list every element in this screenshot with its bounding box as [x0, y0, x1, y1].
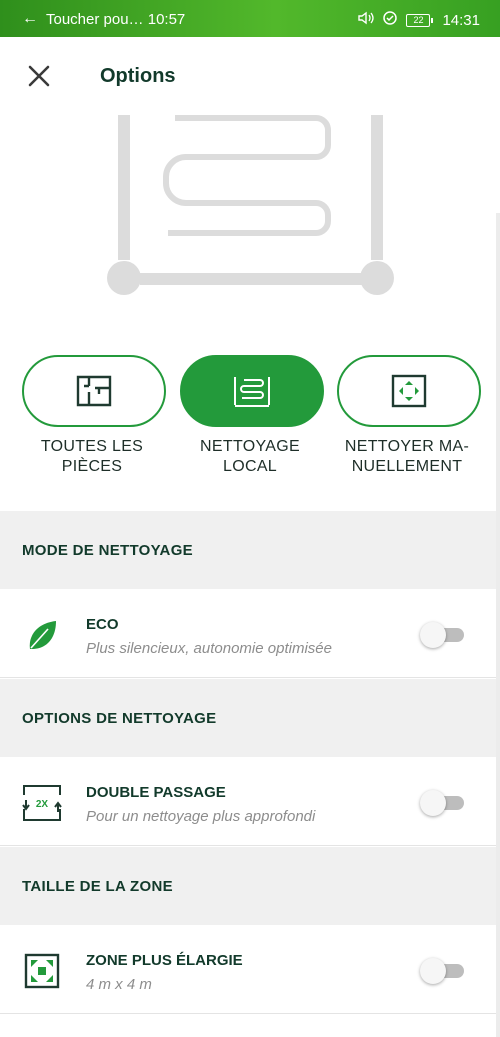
close-button[interactable]: [22, 59, 56, 93]
section-zone-size-header: TAILLE DE LA ZONE: [0, 847, 500, 925]
robot-path-illustration: [107, 115, 394, 295]
eco-title: ECO: [86, 616, 119, 633]
double-pass-icon: 2X: [22, 785, 62, 821]
mode-all-rooms-button[interactable]: [22, 355, 166, 427]
double-pass-toggle[interactable]: [420, 790, 464, 816]
double-pass-subtitle: Pour un nettoyage plus approfondi: [86, 808, 316, 825]
page-title: Options: [100, 65, 176, 87]
section-title: OPTIONS DE NETTOYAGE: [22, 710, 217, 727]
larger-zone-setting-row[interactable]: ZONE PLUS ÉLARGIE 4 m x 4 m: [0, 925, 500, 1014]
section-title: MODE DE NETTOYAGE: [22, 542, 193, 559]
app-bar: Options: [0, 37, 500, 117]
spot-cleaning-icon: [234, 377, 270, 407]
eco-subtitle: Plus silencieux, autonomie optimisée: [86, 640, 332, 657]
eco-setting-row[interactable]: ECO Plus silencieux, autonomie optimisée: [0, 589, 500, 678]
mode-local-cleaning-label: NETTOYAGE LOCAL: [200, 438, 300, 475]
mode-manual-cleaning-label: NETTOYER MA- NUELLEMENT: [344, 438, 470, 475]
larger-zone-title: ZONE PLUS ÉLARGIE: [86, 952, 243, 969]
battery-icon: 22: [406, 13, 434, 27]
status-bar: ← Toucher pou… 10:57 22 14:31: [0, 0, 500, 37]
section-cleaning-options-header: OPTIONS DE NETTOYAGE: [0, 679, 500, 757]
mode-all-rooms-label: TOUTES LES PIÈCES: [40, 438, 144, 475]
floor-plan-icon: [76, 375, 112, 407]
double-pass-badge: 2X: [36, 799, 49, 810]
mode-manual-cleaning-button[interactable]: [337, 355, 481, 427]
cleaning-mode-selector: TOUTES LES PIÈCES NETTOYAGE LOCAL NETTOYER…: [0, 355, 500, 495]
leaf-icon: [29, 621, 56, 649]
double-pass-setting-row[interactable]: 2X DOUBLE PASSAGE Pour un nettoyage plus…: [0, 757, 500, 846]
double-pass-title: DOUBLE PASSAGE: [86, 784, 226, 801]
data-saver-icon: [382, 10, 398, 30]
section-title: TAILLE DE LA ZONE: [22, 878, 173, 895]
back-arrow-icon[interactable]: ←: [22, 10, 38, 28]
volume-icon: [358, 11, 375, 29]
eco-toggle[interactable]: [420, 622, 464, 648]
scrollbar[interactable]: [496, 213, 500, 1037]
status-time: 14:31: [442, 11, 480, 29]
close-icon: [28, 65, 50, 87]
section-cleaning-mode-header: MODE DE NETTOYAGE: [0, 511, 500, 589]
expand-zone-icon: [24, 953, 60, 989]
mode-local-cleaning-button[interactable]: [180, 355, 324, 427]
status-notification[interactable]: Toucher pou… 10:57: [46, 11, 185, 28]
larger-zone-subtitle: 4 m x 4 m: [86, 976, 152, 993]
manual-arrows-icon: [391, 374, 427, 408]
larger-zone-toggle[interactable]: [420, 958, 464, 984]
